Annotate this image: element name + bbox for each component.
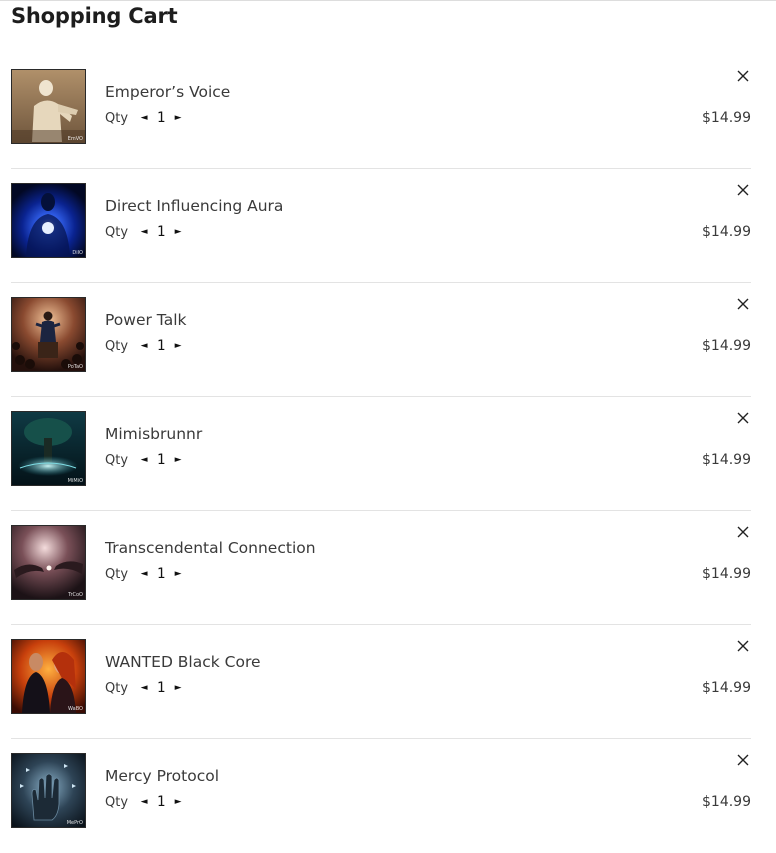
product-thumbnail[interactable]: MiMiO xyxy=(11,411,86,486)
item-price: $14.99 xyxy=(702,794,751,810)
item-price: $14.99 xyxy=(702,224,751,240)
cart-item: MePrO Mercy Protocol Qty ◄ 1 ► $14.99 xyxy=(11,739,751,853)
item-price: $14.99 xyxy=(702,680,751,696)
thumbnail-watermark: MiMiO xyxy=(67,478,83,484)
qty-label: Qty xyxy=(105,224,129,240)
quantity-value: 1 xyxy=(156,452,166,468)
decrement-icon[interactable]: ◄ xyxy=(138,455,150,465)
decrement-icon[interactable]: ◄ xyxy=(138,227,150,237)
increment-icon[interactable]: ► xyxy=(172,683,184,693)
quantity-value: 1 xyxy=(156,794,166,810)
close-icon[interactable] xyxy=(735,410,751,426)
quantity-value: 1 xyxy=(156,566,166,582)
top-divider xyxy=(0,0,776,1)
decrement-icon[interactable]: ◄ xyxy=(138,797,150,807)
product-name[interactable]: Mercy Protocol xyxy=(105,766,219,786)
quantity-value: 1 xyxy=(156,224,166,240)
increment-icon[interactable]: ► xyxy=(172,797,184,807)
quantity-value: 1 xyxy=(156,110,166,126)
close-icon[interactable] xyxy=(735,296,751,312)
quantity-stepper: Qty ◄ 1 ► xyxy=(105,337,184,355)
cart-item: WaBO WANTED Black Core Qty ◄ 1 ► $14.99 xyxy=(11,625,751,739)
quantity-stepper: Qty ◄ 1 ► xyxy=(105,565,184,583)
thumbnail-watermark: PoTaO xyxy=(67,364,83,370)
page-title: Shopping Cart xyxy=(11,4,178,28)
decrement-icon[interactable]: ◄ xyxy=(138,569,150,579)
quantity-stepper: Qty ◄ 1 ► xyxy=(105,451,184,469)
cart-item: TrCoO Transcendental Connection Qty ◄ 1 … xyxy=(11,511,751,625)
cart-item-list: EmVO Emperor’s Voice Qty ◄ 1 ► $14.99 Di… xyxy=(11,55,751,853)
product-name[interactable]: Power Talk xyxy=(105,310,186,330)
cart-item: EmVO Emperor’s Voice Qty ◄ 1 ► $14.99 xyxy=(11,55,751,169)
qty-label: Qty xyxy=(105,452,129,468)
qty-label: Qty xyxy=(105,110,129,126)
decrement-icon[interactable]: ◄ xyxy=(138,341,150,351)
close-icon[interactable] xyxy=(735,68,751,84)
product-name[interactable]: WANTED Black Core xyxy=(105,652,261,672)
product-name[interactable]: Transcendental Connection xyxy=(105,538,316,558)
close-icon[interactable] xyxy=(735,638,751,654)
thumbnail-watermark: EmVO xyxy=(67,136,83,142)
quantity-stepper: Qty ◄ 1 ► xyxy=(105,223,184,241)
qty-label: Qty xyxy=(105,566,129,582)
quantity-stepper: Qty ◄ 1 ► xyxy=(105,793,184,811)
product-thumbnail[interactable]: DiIO xyxy=(11,183,86,258)
product-thumbnail[interactable]: WaBO xyxy=(11,639,86,714)
quantity-value: 1 xyxy=(156,338,166,354)
cart-item: MiMiO Mimisbrunnr Qty ◄ 1 ► $14.99 xyxy=(11,397,751,511)
item-price: $14.99 xyxy=(702,452,751,468)
product-thumbnail[interactable]: TrCoO xyxy=(11,525,86,600)
qty-label: Qty xyxy=(105,338,129,354)
decrement-icon[interactable]: ◄ xyxy=(138,113,150,123)
item-price: $14.99 xyxy=(702,338,751,354)
increment-icon[interactable]: ► xyxy=(172,569,184,579)
item-price: $14.99 xyxy=(702,110,751,126)
thumbnail-watermark: MePrO xyxy=(66,820,83,826)
product-thumbnail[interactable]: EmVO xyxy=(11,69,86,144)
product-thumbnail[interactable]: MePrO xyxy=(11,753,86,828)
thumbnail-watermark: WaBO xyxy=(68,706,83,712)
increment-icon[interactable]: ► xyxy=(172,341,184,351)
product-name[interactable]: Emperor’s Voice xyxy=(105,82,230,102)
product-name[interactable]: Direct Influencing Aura xyxy=(105,196,283,216)
thumbnail-watermark: TrCoO xyxy=(68,592,83,598)
quantity-value: 1 xyxy=(156,680,166,696)
increment-icon[interactable]: ► xyxy=(172,455,184,465)
decrement-icon[interactable]: ◄ xyxy=(138,683,150,693)
cart-item: DiIO Direct Influencing Aura Qty ◄ 1 ► $… xyxy=(11,169,751,283)
quantity-stepper: Qty ◄ 1 ► xyxy=(105,109,184,127)
close-icon[interactable] xyxy=(735,182,751,198)
product-thumbnail[interactable]: PoTaO xyxy=(11,297,86,372)
item-price: $14.99 xyxy=(702,566,751,582)
thumbnail-watermark: DiIO xyxy=(72,250,83,256)
close-icon[interactable] xyxy=(735,524,751,540)
product-name[interactable]: Mimisbrunnr xyxy=(105,424,202,444)
qty-label: Qty xyxy=(105,794,129,810)
increment-icon[interactable]: ► xyxy=(172,113,184,123)
increment-icon[interactable]: ► xyxy=(172,227,184,237)
qty-label: Qty xyxy=(105,680,129,696)
close-icon[interactable] xyxy=(735,752,751,768)
cart-item: PoTaO Power Talk Qty ◄ 1 ► $14.99 xyxy=(11,283,751,397)
quantity-stepper: Qty ◄ 1 ► xyxy=(105,679,184,697)
